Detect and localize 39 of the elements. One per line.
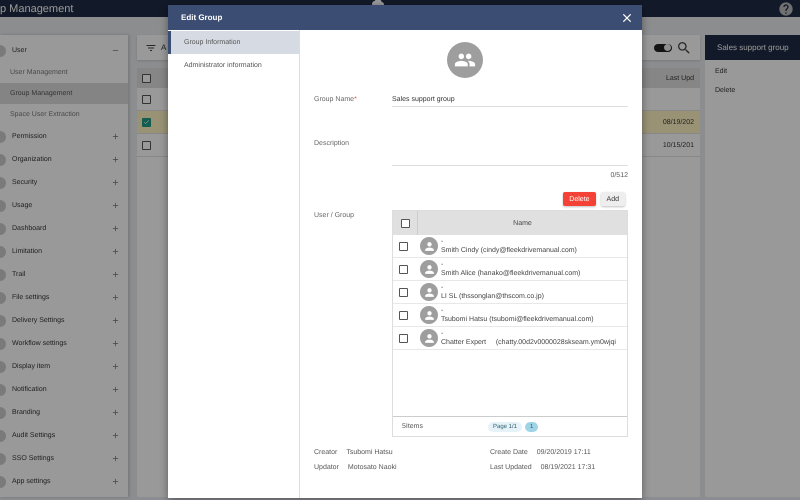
expand-icon[interactable] <box>111 247 120 256</box>
search-icon[interactable] <box>676 40 692 56</box>
user-avatar <box>420 237 438 255</box>
expand-icon[interactable] <box>111 155 120 164</box>
user-avatar <box>420 283 438 301</box>
panel-title: Sales support group <box>705 35 800 60</box>
dialog-title: Edit Group <box>181 13 224 22</box>
expand-icon[interactable] <box>111 293 120 302</box>
checkbox[interactable] <box>399 264 408 274</box>
group-avatar <box>447 42 483 78</box>
checkbox[interactable] <box>142 118 151 126</box>
toggle-switch[interactable] <box>654 44 672 52</box>
user-avatar <box>420 329 438 347</box>
checkbox[interactable] <box>142 94 151 104</box>
expand-icon[interactable] <box>111 270 120 279</box>
expand-icon[interactable] <box>111 316 120 325</box>
expand-icon[interactable] <box>111 224 120 233</box>
checkbox[interactable] <box>400 218 410 228</box>
checkbox[interactable] <box>142 140 151 150</box>
checkbox[interactable] <box>399 310 408 320</box>
user-avatar <box>420 260 438 278</box>
checkbox[interactable] <box>399 242 408 250</box>
expand-icon[interactable] <box>111 132 120 141</box>
filter-label[interactable]: A <box>161 43 166 52</box>
expand-icon[interactable] <box>111 178 120 187</box>
checkbox[interactable] <box>399 334 408 342</box>
expand-icon[interactable] <box>111 362 120 371</box>
checkbox[interactable] <box>142 74 151 82</box>
expand-icon[interactable] <box>111 385 120 394</box>
expand-icon[interactable] <box>111 408 120 417</box>
expand-icon[interactable] <box>111 201 120 210</box>
page-title: p Management <box>0 2 74 14</box>
help-icon[interactable] <box>778 0 794 16</box>
checkbox[interactable] <box>399 288 408 296</box>
user-avatar <box>420 306 438 324</box>
expand-icon[interactable] <box>111 431 120 440</box>
expand-icon[interactable] <box>111 339 120 348</box>
expand-icon[interactable] <box>111 454 120 463</box>
expand-icon[interactable] <box>111 477 120 486</box>
